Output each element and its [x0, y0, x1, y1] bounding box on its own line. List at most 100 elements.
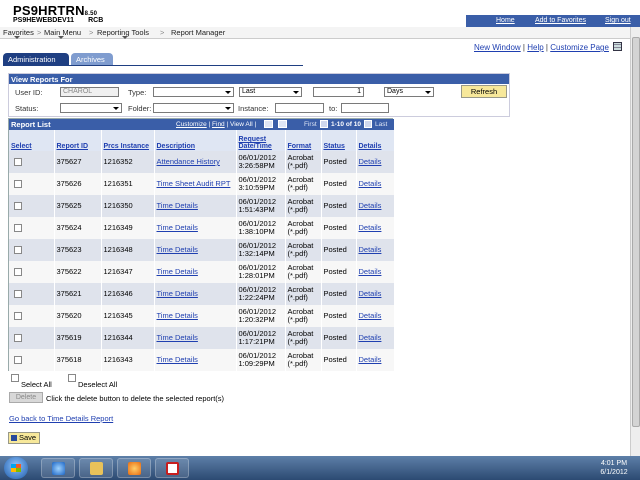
- details-link[interactable]: Details: [359, 245, 382, 254]
- row-select-checkbox[interactable]: [14, 290, 22, 298]
- row-select-cell: [9, 173, 55, 195]
- customize-page-link[interactable]: Customize Page: [550, 43, 609, 52]
- instance-to-input[interactable]: [341, 103, 389, 113]
- scrollbar-thumb[interactable]: [632, 37, 640, 427]
- col-format[interactable]: Format: [285, 130, 322, 151]
- select-all-label[interactable]: Select All: [21, 380, 52, 389]
- instance-from-input[interactable]: [275, 103, 324, 113]
- select-all-checkbox[interactable]: [11, 374, 19, 382]
- row-select-checkbox[interactable]: [14, 268, 22, 276]
- description-link[interactable]: Time Sheet Audit RPT: [157, 179, 231, 188]
- prev-arrow-icon[interactable]: [320, 120, 328, 128]
- details-link[interactable]: Details: [359, 333, 382, 342]
- tab-archives[interactable]: Archives: [71, 53, 113, 65]
- grid-icon[interactable]: [278, 120, 287, 128]
- row-select-checkbox[interactable]: [14, 158, 22, 166]
- report-table: Select Report ID Prcs Instance Descripti…: [9, 130, 395, 371]
- vertical-scrollbar[interactable]: [630, 27, 640, 456]
- description-link[interactable]: Time Details: [157, 289, 198, 298]
- row-select-checkbox[interactable]: [14, 334, 22, 342]
- details-link[interactable]: Details: [359, 223, 382, 232]
- status-select[interactable]: [60, 103, 122, 113]
- description-link[interactable]: Attendance History: [157, 157, 220, 166]
- details-link[interactable]: Details: [359, 157, 382, 166]
- system-clock[interactable]: 4:01 PM 6/1/2012: [594, 459, 634, 477]
- details-link[interactable]: Details: [359, 179, 382, 188]
- details-cell: Details: [356, 349, 395, 371]
- delete-note: Click the delete button to delete the se…: [46, 394, 225, 403]
- prcs-instance: 1216343: [101, 349, 155, 371]
- details-link[interactable]: Details: [359, 201, 382, 210]
- description-link[interactable]: Time Details: [157, 267, 198, 276]
- row-select-checkbox[interactable]: [14, 180, 22, 188]
- acrobat-taskbar-button[interactable]: [155, 458, 189, 478]
- description-link[interactable]: Time Details: [157, 355, 198, 364]
- row-select-checkbox[interactable]: [14, 356, 22, 364]
- report-list-grid: Report List Customize | Find | View All …: [8, 118, 395, 371]
- view-all-link[interactable]: View All: [230, 121, 253, 128]
- add-to-favorites-link[interactable]: Add to Favorites: [535, 17, 586, 24]
- details-link[interactable]: Details: [359, 355, 382, 364]
- report-id: 375618: [54, 349, 102, 371]
- row-select-checkbox[interactable]: [14, 202, 22, 210]
- start-button[interactable]: [4, 457, 28, 479]
- report-id: 375619: [54, 327, 102, 349]
- last-link[interactable]: Last: [375, 121, 387, 128]
- deselect-all-label[interactable]: Deselect All: [78, 380, 117, 389]
- days-select[interactable]: Days: [384, 87, 434, 97]
- user-id-input[interactable]: CHAROL: [60, 87, 119, 97]
- description-link[interactable]: Time Details: [157, 201, 198, 210]
- delete-button[interactable]: Delete: [9, 392, 43, 403]
- refresh-button[interactable]: Refresh: [461, 85, 507, 98]
- ie-taskbar-button[interactable]: [41, 458, 75, 478]
- last-number-input[interactable]: 1: [313, 87, 364, 97]
- col-select[interactable]: Select: [9, 130, 55, 151]
- go-back-link[interactable]: Go back to Time Details Report: [9, 414, 113, 423]
- folder-select[interactable]: [153, 103, 234, 113]
- home-link[interactable]: Home: [496, 17, 515, 24]
- description-link[interactable]: Time Details: [157, 223, 198, 232]
- media-player-taskbar-button[interactable]: [117, 458, 151, 478]
- request-datetime: 06/01/2012 1:32:14PM: [236, 239, 286, 261]
- col-prcs-instance[interactable]: Prcs Instance: [101, 130, 155, 151]
- last-select[interactable]: Last: [239, 87, 302, 97]
- description-link[interactable]: Time Details: [157, 245, 198, 254]
- save-disk-icon: [11, 435, 17, 441]
- app-title: PS9HRTRN8.50: [13, 3, 98, 18]
- row-select-cell: [9, 195, 55, 217]
- row-select-checkbox[interactable]: [14, 312, 22, 320]
- explorer-taskbar-button[interactable]: [79, 458, 113, 478]
- new-window-link[interactable]: New Window: [474, 43, 521, 52]
- details-link[interactable]: Details: [359, 311, 382, 320]
- prcs-instance: 1216348: [101, 239, 155, 261]
- next-arrow-icon[interactable]: [364, 120, 372, 128]
- row-select-checkbox[interactable]: [14, 224, 22, 232]
- customize-link[interactable]: Customize: [176, 121, 207, 128]
- description-link[interactable]: Time Details: [157, 333, 198, 342]
- details-link[interactable]: Details: [359, 289, 382, 298]
- request-datetime: 06/01/2012 3:10:59PM: [236, 173, 286, 195]
- sign-out-link[interactable]: Sign out: [605, 17, 631, 24]
- help-link[interactable]: Help: [527, 43, 543, 52]
- col-report-id[interactable]: Report ID: [54, 130, 102, 151]
- find-link[interactable]: Find: [212, 121, 225, 128]
- details-link[interactable]: Details: [359, 267, 382, 276]
- clock-time: 4:01 PM: [600, 460, 628, 467]
- type-select[interactable]: [153, 87, 234, 97]
- col-status[interactable]: Status: [321, 130, 357, 151]
- col-details[interactable]: Details: [356, 130, 395, 151]
- page-grid-icon[interactable]: [613, 42, 622, 51]
- description-link[interactable]: Time Details: [157, 311, 198, 320]
- request-time: 1:09:29PM: [238, 359, 275, 368]
- first-link[interactable]: First: [304, 121, 317, 128]
- view-reports-panel: View Reports For User ID: CHAROL Type: L…: [8, 73, 510, 117]
- tab-administration[interactable]: Administration: [3, 53, 69, 65]
- col-request-datetime[interactable]: Request Date/Time: [236, 130, 286, 151]
- status: Posted: [321, 327, 357, 349]
- col-description[interactable]: Description: [154, 130, 237, 151]
- row-select-checkbox[interactable]: [14, 246, 22, 254]
- prcs-instance: 1216346: [101, 283, 155, 305]
- save-button[interactable]: Save: [8, 432, 40, 444]
- download-icon[interactable]: [264, 120, 273, 128]
- deselect-all-checkbox[interactable]: [68, 374, 76, 382]
